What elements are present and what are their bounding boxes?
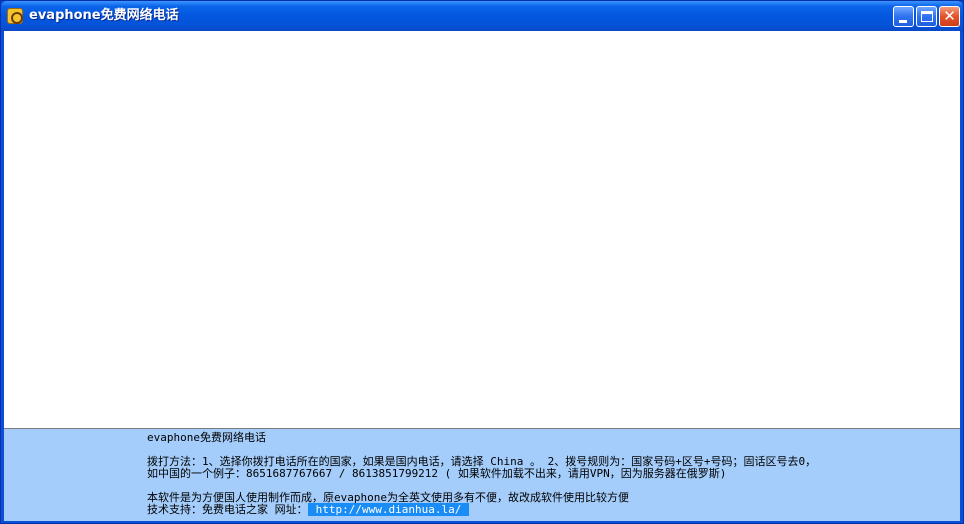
support-url-link[interactable]: http://www.dianhua.la/ [307,503,470,516]
info-footer: evaphone免费网络电话 拨打方法：1、选择你拨打电话所在的国家，如果是国内… [4,429,960,521]
minimize-button[interactable] [893,6,914,27]
footer-app-name: evaphone免费网络电话 [147,431,266,444]
app-icon[interactable] [7,8,23,24]
minimize-icon [899,20,907,23]
maximize-button[interactable] [916,6,937,27]
app-window: evaphone免费网络电话 ✕ evaphone免费网络电话 拨打方法：1、选… [0,0,964,524]
web-content-area[interactable] [4,31,960,429]
footer-support: 技术支持：免费电话之家 网址： http://www.dianhua.la/ [147,503,470,516]
close-button[interactable]: ✕ [939,6,960,27]
window-title: evaphone免费网络电话 [29,8,179,23]
footer-instructions-line2: 如中国的一个例子：8651687767667 / 8613851799212 (… [147,467,727,480]
title-bar[interactable]: evaphone免费网络电话 ✕ [1,1,963,31]
maximize-icon [921,11,933,22]
footer-support-label: 技术支持：免费电话之家 网址： [147,503,308,516]
client-area: evaphone免费网络电话 拨打方法：1、选择你拨打电话所在的国家，如果是国内… [4,31,960,521]
close-icon: ✕ [943,7,956,25]
